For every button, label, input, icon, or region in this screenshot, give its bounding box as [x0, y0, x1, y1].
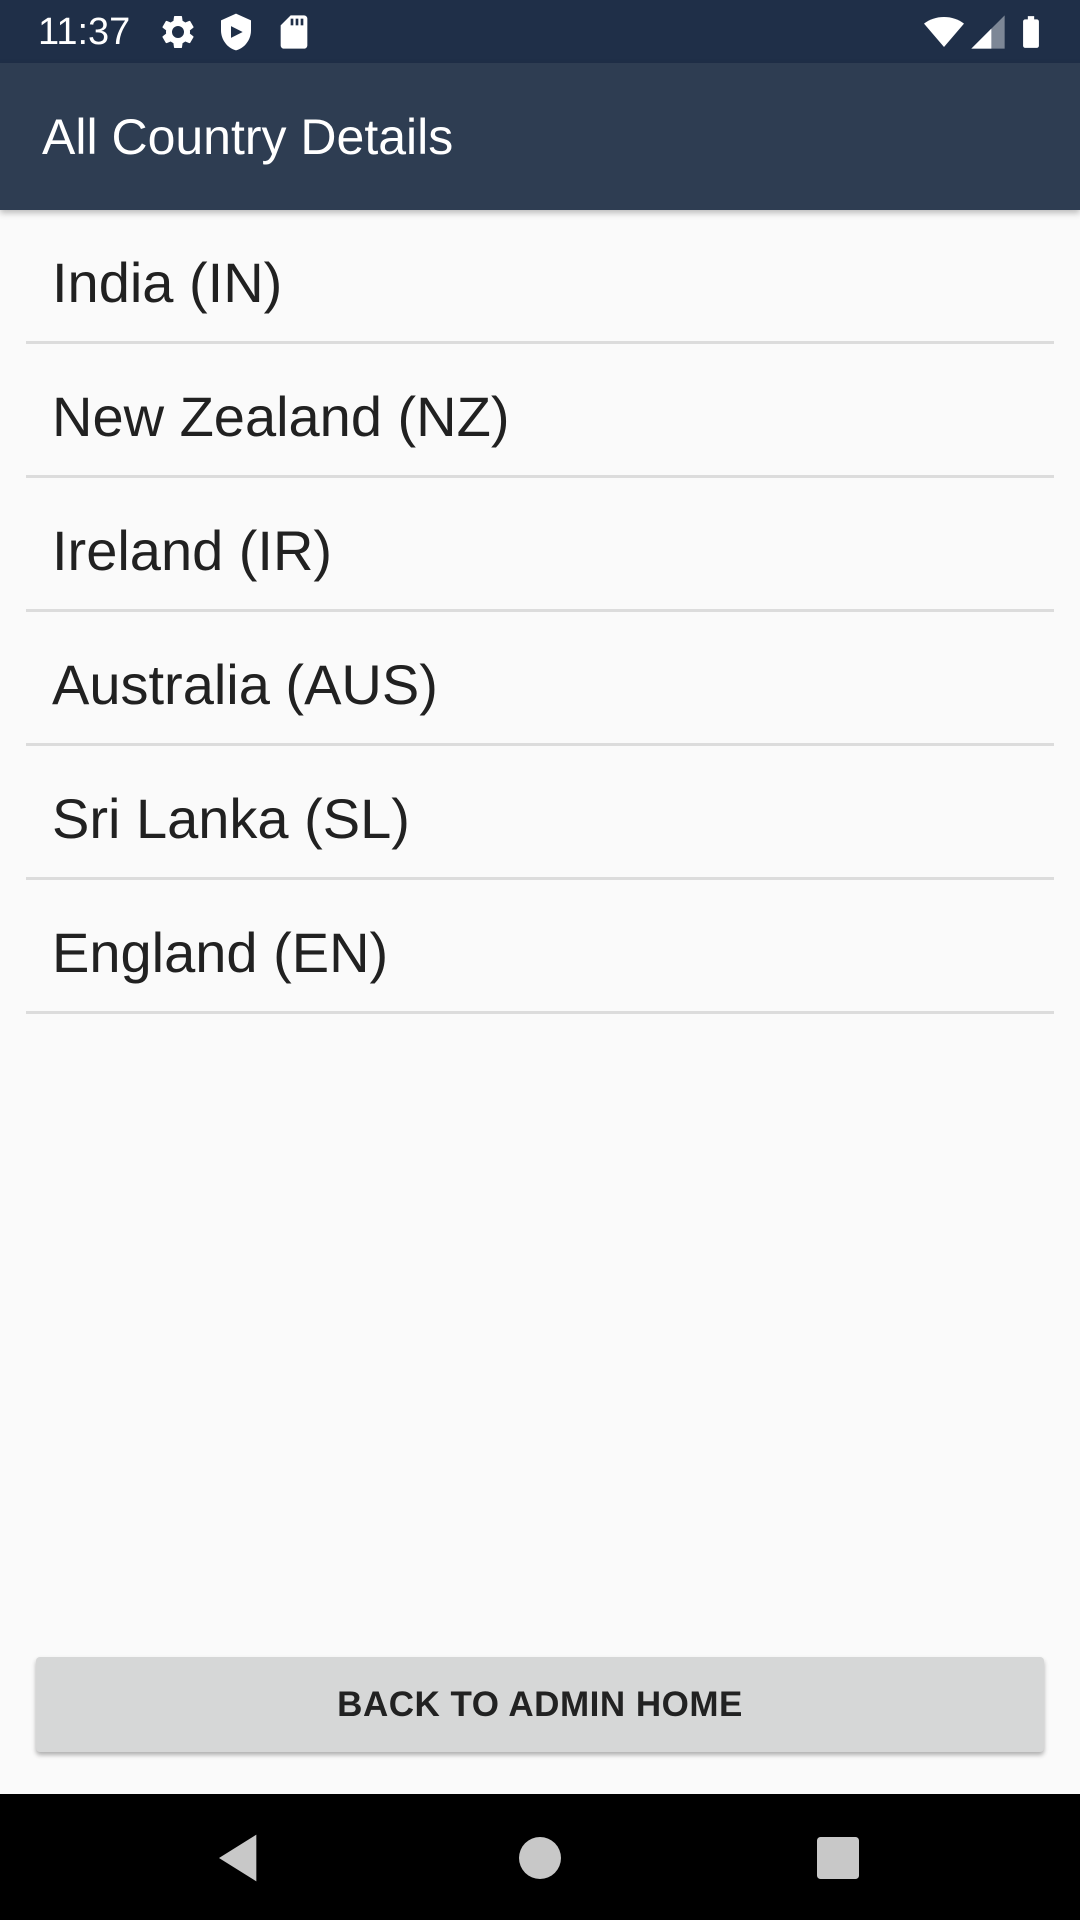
list-item-label: New Zealand (NZ): [52, 385, 510, 448]
list-item-label: Australia (AUS): [52, 653, 438, 716]
back-icon[interactable]: [212, 1830, 268, 1886]
back-button-label: BACK TO ADMIN HOME: [337, 1684, 743, 1724]
list-item-label: England (EN): [52, 921, 389, 984]
list-item-sri-lanka[interactable]: Sri Lanka (SL): [26, 746, 1054, 880]
list-item-new-zealand[interactable]: New Zealand (NZ): [26, 344, 1054, 478]
gear-icon: [162, 15, 194, 48]
list-item-india[interactable]: India (IN): [26, 210, 1054, 344]
shield-icon: [221, 13, 251, 51]
status-time: 11:37: [38, 11, 131, 53]
list-item-label: Sri Lanka (SL): [52, 787, 410, 850]
list-item-england[interactable]: England (EN): [26, 880, 1054, 1014]
app-bar: All Country Details: [0, 63, 1080, 210]
list-item-label: Ireland (IR): [52, 519, 333, 582]
signal-icon: [971, 15, 1005, 49]
battery-icon: [1023, 16, 1039, 48]
list-item-label: India (IN): [52, 251, 283, 314]
list-item-ireland[interactable]: Ireland (IR): [26, 478, 1054, 612]
recents-icon[interactable]: [810, 1830, 866, 1886]
list-item-australia[interactable]: Australia (AUS): [26, 612, 1054, 746]
navigation-bar: [0, 1794, 1080, 1920]
home-icon[interactable]: [512, 1830, 568, 1886]
back-to-admin-home-button[interactable]: BACK TO ADMIN HOME: [36, 1657, 1044, 1752]
wifi-icon: [924, 17, 964, 47]
country-list: India (IN) New Zealand (NZ) Ireland (IR)…: [26, 210, 1054, 1014]
page-title: All Country Details: [42, 109, 454, 165]
status-bar: 11:37: [0, 0, 1080, 63]
sd-card-icon: [280, 15, 308, 49]
